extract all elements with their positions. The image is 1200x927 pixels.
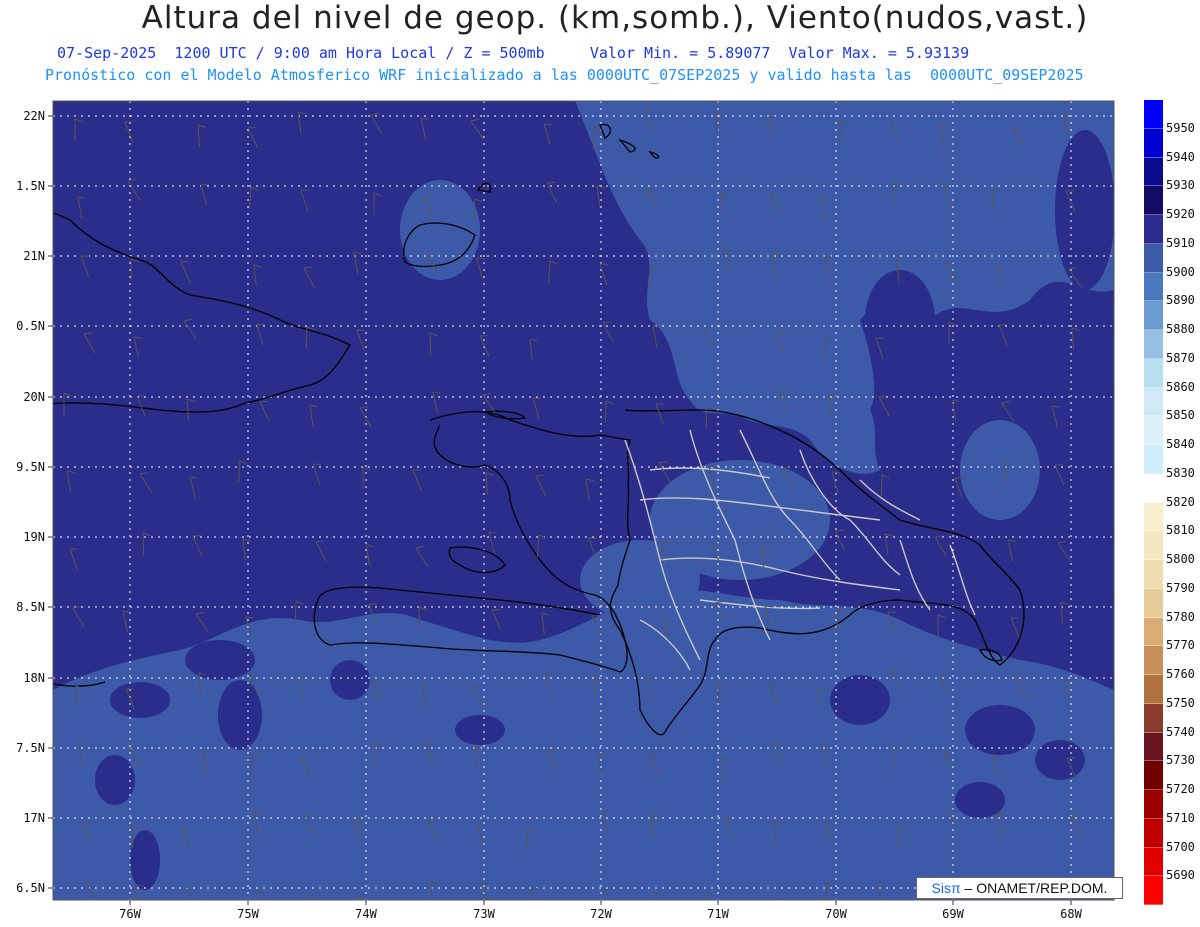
legend-swatch xyxy=(1144,675,1163,704)
legend-level-label: 5920 xyxy=(1166,207,1195,221)
lat-label: 22N xyxy=(23,109,45,123)
legend-level-label: 5940 xyxy=(1166,149,1195,164)
legend-swatch xyxy=(1144,416,1163,445)
lat-label: 6.5N xyxy=(16,881,45,895)
legend-swatch xyxy=(1144,387,1163,417)
lon-label: 69W xyxy=(942,907,964,921)
legend-swatch xyxy=(1144,617,1163,647)
legend-swatch xyxy=(1144,703,1163,733)
legend-swatch xyxy=(1144,301,1163,330)
legend-level-label: 5750 xyxy=(1166,695,1195,710)
lon-label: 68W xyxy=(1060,907,1082,921)
model-info: Pronóstico con el Modelo Atmosferico WRF… xyxy=(45,66,1084,84)
legend-level-label: 5950 xyxy=(1166,120,1195,135)
lat-label: 0.5N xyxy=(16,319,45,333)
legend-swatch xyxy=(1144,243,1163,273)
lon-label: 74W xyxy=(355,907,377,921)
legend-level-label: 5740 xyxy=(1166,724,1195,739)
legend-swatch xyxy=(1144,157,1163,187)
legend-swatch xyxy=(1144,330,1163,359)
legend-swatch xyxy=(1144,186,1163,215)
lat-label: 8.5N xyxy=(16,600,45,614)
legend-level-label: 5810 xyxy=(1166,523,1195,538)
legend-level-label: 5730 xyxy=(1166,753,1195,768)
legend-swatch xyxy=(1144,502,1163,532)
legend-swatch xyxy=(1144,473,1163,503)
legend-level-label: 5760 xyxy=(1166,667,1195,681)
legend-level-label: 5830 xyxy=(1166,465,1195,480)
legend-level-label: 5870 xyxy=(1166,350,1195,365)
legend-level-label: 5890 xyxy=(1166,293,1195,308)
lat-label: 17N xyxy=(23,811,45,825)
legend-swatch xyxy=(1144,646,1163,675)
legend-level-label: 5780 xyxy=(1166,609,1195,624)
legend-swatch xyxy=(1144,100,1163,129)
legend-swatch xyxy=(1144,732,1163,762)
legend-level-label: 5860 xyxy=(1166,379,1195,394)
legend-swatch xyxy=(1144,445,1163,474)
legend-swatch xyxy=(1144,272,1163,302)
legend-level-label: 5720 xyxy=(1166,782,1195,796)
sispi-logo: Sisπ xyxy=(931,880,961,896)
geopotential-field xyxy=(53,101,1114,900)
lon-label: 72W xyxy=(590,907,612,921)
lat-label: 20N xyxy=(23,390,45,404)
legend-swatch xyxy=(1144,818,1163,848)
color-legend xyxy=(1144,100,1163,905)
legend-level-label: 5700 xyxy=(1166,839,1195,854)
legend-swatch xyxy=(1144,847,1163,877)
lon-label: 76W xyxy=(119,907,141,921)
legend-swatch xyxy=(1144,531,1163,560)
lat-label: 7.5N xyxy=(16,741,45,755)
legend-level-label: 5840 xyxy=(1166,437,1195,451)
legend-swatch xyxy=(1144,560,1163,589)
wind-barb xyxy=(776,898,785,900)
lat-label: 9.5N xyxy=(16,460,45,474)
lon-label: 75W xyxy=(237,907,259,921)
lat-label: 1.5N xyxy=(16,179,45,193)
lon-label: 70W xyxy=(825,907,847,921)
legend-level-label: 5880 xyxy=(1166,322,1195,336)
map-title: Altura del nivel de geop. (km,somb.), Vi… xyxy=(141,0,1089,36)
legend-swatch xyxy=(1144,128,1163,158)
legend-level-label: 5710 xyxy=(1166,810,1195,825)
legend-level-label: 5820 xyxy=(1166,494,1195,509)
legend-swatch xyxy=(1144,790,1163,819)
legend-level-label: 5770 xyxy=(1166,638,1195,653)
legend-level-label: 5800 xyxy=(1166,552,1195,566)
legend-swatch xyxy=(1144,761,1163,790)
legend-level-label: 5910 xyxy=(1166,235,1195,250)
legend-level-label: 5690 xyxy=(1166,868,1195,883)
map-subtitle: 07-Sep-2025 1200 UTC / 9:00 am Hora Loca… xyxy=(57,44,970,62)
credit-box: Sisπ – ONAMET/REP.DOM. xyxy=(916,877,1123,899)
geopotential-map: 76W 75W 74W 73W 72W 71W 70W 69W 68W 22N 1.5N 21N 0.5… xyxy=(16,100,1115,921)
lon-label: 73W xyxy=(473,907,495,921)
legend-level-label: 5930 xyxy=(1166,178,1195,193)
legend-level-label: 5790 xyxy=(1166,580,1195,595)
legend-level-label: 5900 xyxy=(1166,264,1195,279)
lat-label: 18N xyxy=(23,671,45,685)
legend-swatch xyxy=(1144,588,1163,618)
legend-swatch xyxy=(1144,215,1163,244)
legend-level-label: 5850 xyxy=(1166,408,1195,423)
lat-label: 19N xyxy=(23,530,45,544)
credit-org: – ONAMET/REP.DOM. xyxy=(964,880,1108,896)
lon-label: 71W xyxy=(707,907,729,921)
legend-swatch xyxy=(1144,876,1163,905)
legend-swatch xyxy=(1144,358,1163,388)
lat-label: 21N xyxy=(23,249,45,263)
